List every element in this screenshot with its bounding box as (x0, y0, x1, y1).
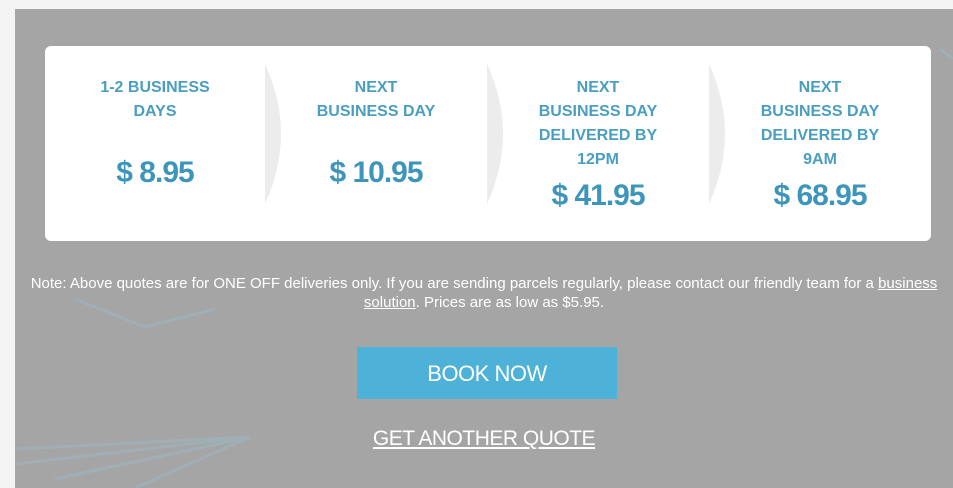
shipping-option-price: $ 41.95 (551, 179, 645, 212)
shipping-option-title: NEXT BUSINESS DAY DELIVERED BY 12PM (538, 79, 658, 168)
book-now-button[interactable]: BOOK NOW (357, 347, 617, 399)
shipping-option-next-day[interactable]: NEXT BUSINESS DAY $ 10.95 (291, 46, 461, 241)
shipping-options-card: 1-2 BUSINESS DAYS $ 8.95 NEXT BUSINESS D… (45, 46, 931, 241)
shipping-option-price: $ 10.95 (329, 156, 423, 189)
shipping-option-title: NEXT BUSINESS DAY DELIVERED BY 9AM (760, 79, 880, 168)
shipping-option-1-2-days[interactable]: 1-2 BUSINESS DAYS $ 8.95 (70, 46, 240, 241)
shipping-option-title: NEXT BUSINESS DAY (316, 79, 436, 120)
note-text-after: . Prices are as low as $5.95. (415, 294, 605, 311)
shipping-option-next-day-9am[interactable]: NEXT BUSINESS DAY DELIVERED BY 9AM $ 68.… (735, 46, 905, 241)
get-another-quote-link[interactable]: GET ANOTHER QUOTE (15, 427, 953, 451)
shipping-option-next-day-12pm[interactable]: NEXT BUSINESS DAY DELIVERED BY 12PM $ 41… (513, 46, 683, 241)
quote-results-panel: 1-2 BUSINESS DAYS $ 8.95 NEXT BUSINESS D… (15, 9, 953, 488)
note-text-before: Note: Above quotes are for ONE OFF deliv… (30, 275, 879, 292)
one-off-delivery-note: Note: Above quotes are for ONE OFF deliv… (15, 274, 953, 312)
shipping-option-title: 1-2 BUSINESS DAYS (100, 79, 210, 120)
shipping-option-price: $ 68.95 (773, 179, 867, 212)
shipping-option-price: $ 8.95 (116, 156, 194, 189)
